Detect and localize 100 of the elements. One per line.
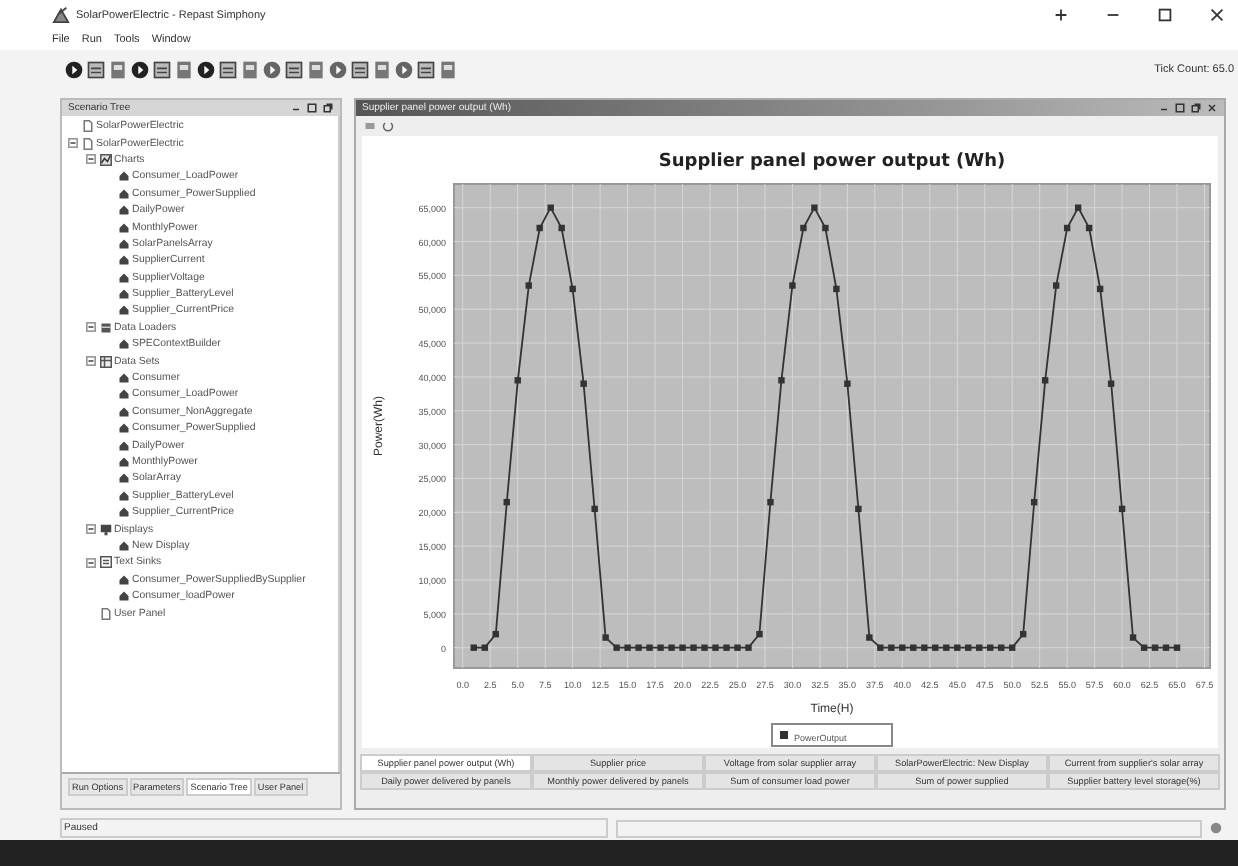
data-point <box>833 285 840 293</box>
data-point <box>624 644 631 651</box>
data-point <box>789 282 796 289</box>
float-icon[interactable] <box>322 102 334 114</box>
data-point <box>1096 285 1104 293</box>
table-icon <box>99 355 111 368</box>
data-point <box>646 644 653 651</box>
data-point <box>525 282 532 289</box>
node-icon <box>117 187 129 200</box>
refresh-icon[interactable] <box>382 119 394 131</box>
data-point <box>822 224 829 232</box>
data-point <box>657 644 664 651</box>
data-point <box>954 644 961 651</box>
data-point <box>976 644 983 651</box>
data-point <box>1162 644 1170 651</box>
node-icon <box>117 422 129 435</box>
data-point <box>668 644 675 651</box>
data-point <box>844 380 851 387</box>
node-icon <box>117 388 129 401</box>
maximize-icon[interactable] <box>1156 6 1174 24</box>
close-icon[interactable] <box>1208 6 1226 24</box>
node-icon <box>117 439 129 452</box>
toolbar-icon[interactable] <box>130 60 150 80</box>
collapse-toggle-icon[interactable] <box>68 138 78 149</box>
node-icon <box>117 372 129 385</box>
node-icon <box>117 237 129 250</box>
node-icon <box>117 221 129 234</box>
node-icon <box>117 506 129 519</box>
data-point <box>1009 644 1016 651</box>
data-point <box>679 644 686 651</box>
data-point <box>701 644 708 651</box>
close-icon[interactable] <box>1206 102 1218 114</box>
data-point <box>899 644 906 651</box>
collapse-toggle-icon[interactable] <box>86 154 96 165</box>
data-point <box>1020 630 1027 638</box>
float-icon[interactable] <box>1190 102 1202 114</box>
collapse-toggle-icon[interactable] <box>86 524 96 535</box>
data-point <box>514 377 521 384</box>
status-icon <box>1210 822 1222 834</box>
data-point <box>866 634 873 641</box>
data-point <box>470 644 477 651</box>
data-point <box>987 644 994 651</box>
data-point <box>998 644 1005 651</box>
data-point <box>1085 224 1093 232</box>
node-icon <box>117 472 129 485</box>
maximize-icon[interactable] <box>306 102 318 114</box>
data-point <box>745 644 752 651</box>
app-logo-icon <box>52 6 70 24</box>
collapse-toggle-icon[interactable] <box>86 557 96 568</box>
data-point <box>1151 644 1159 651</box>
data-point <box>569 285 576 293</box>
data-point <box>547 204 554 211</box>
toolbar-icon[interactable] <box>284 60 304 80</box>
data-point <box>613 644 620 651</box>
data-point <box>723 644 730 651</box>
data-point <box>1031 498 1038 506</box>
collapse-toggle-icon[interactable] <box>86 322 96 333</box>
toolbar-icon[interactable] <box>196 60 216 80</box>
node-icon <box>117 170 129 183</box>
toolbar-icon[interactable] <box>152 60 172 80</box>
data-point <box>910 644 917 651</box>
data-point <box>503 498 510 506</box>
node-icon <box>117 489 129 502</box>
toolbar-icon[interactable] <box>350 60 370 80</box>
database-icon <box>99 321 111 334</box>
data-point <box>800 224 807 232</box>
data-point <box>690 644 697 651</box>
file-icon <box>99 607 111 620</box>
node-icon <box>117 338 129 351</box>
node-icon <box>117 573 129 586</box>
toolbar-icon[interactable] <box>64 60 84 80</box>
data-point <box>965 644 972 651</box>
data-point <box>1074 204 1082 211</box>
data-point <box>932 644 939 651</box>
data-point <box>1041 377 1049 384</box>
node-icon <box>117 288 129 301</box>
document-icon <box>99 556 111 569</box>
data-point <box>734 644 741 651</box>
node-icon <box>117 456 129 468</box>
node-icon <box>117 304 129 317</box>
collapse-toggle-icon[interactable] <box>86 356 96 367</box>
data-point <box>1052 282 1060 289</box>
data-point <box>888 644 895 651</box>
toolbar-icon[interactable] <box>86 60 106 80</box>
data-point <box>635 644 642 651</box>
data-point <box>580 380 587 387</box>
data-point <box>558 224 565 232</box>
maximize-icon[interactable] <box>1174 102 1186 114</box>
data-point <box>481 644 488 651</box>
chart-title: Supplier panel power output (Wh) <box>658 152 1006 172</box>
chart-icon <box>99 153 111 166</box>
data-point <box>1118 505 1126 513</box>
toolbar-icon[interactable] <box>416 60 436 80</box>
data-point <box>1173 644 1181 651</box>
data-point <box>602 634 609 641</box>
data-point <box>1107 380 1115 387</box>
data-point <box>877 644 884 651</box>
data-point <box>811 204 818 211</box>
toolbar-icon[interactable] <box>218 60 238 80</box>
data-point <box>943 644 950 651</box>
